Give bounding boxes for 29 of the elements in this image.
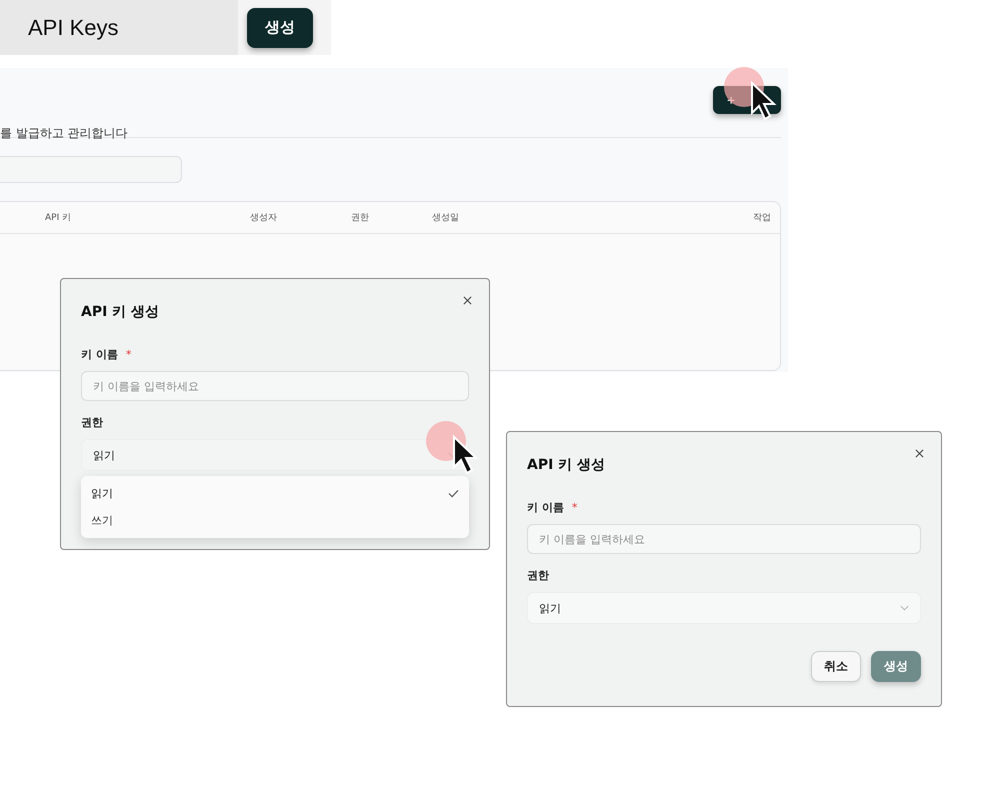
close-icon[interactable] (463, 296, 472, 305)
column-header: API 키 (45, 212, 72, 224)
dialog-title: API 키 생성 (527, 456, 606, 474)
field-label: 권한 (527, 568, 550, 583)
dialog-title: API 키 생성 (81, 303, 160, 321)
close-icon[interactable] (915, 449, 924, 458)
create-button[interactable]: 생성 (247, 8, 313, 48)
page-title: API Keys (28, 14, 118, 40)
permission-select[interactable]: 읽기 (527, 592, 921, 624)
required-mark: * (572, 501, 578, 514)
field-label: 키 이름 (81, 347, 118, 362)
chevron-icon (900, 605, 909, 611)
dropdown-option[interactable]: 읽기 (81, 480, 469, 507)
name-input[interactable]: 키 이름을 입력하세요 (81, 371, 469, 401)
column-header: 작업 (753, 212, 771, 224)
field-label: 키 이름 (527, 500, 564, 515)
field-label: 권한 (81, 415, 104, 430)
required-mark: * (126, 348, 132, 361)
dropdown-option[interactable]: 쓰기 (81, 507, 469, 534)
cancel-button[interactable]: 취소 (811, 651, 861, 682)
name-input[interactable]: 키 이름을 입력하세요 (527, 524, 921, 554)
check-icon (448, 489, 459, 498)
column-header: 생성일 (432, 212, 460, 224)
column-header: 권한 (351, 212, 370, 224)
page-subtitle: 를 발급하고 관리합니다 (0, 125, 128, 142)
create-button[interactable]: 생성 (871, 651, 921, 682)
column-header: 생성자 (250, 212, 278, 224)
permission-select[interactable]: 읽기 (81, 439, 469, 471)
search-field[interactable] (0, 156, 182, 183)
